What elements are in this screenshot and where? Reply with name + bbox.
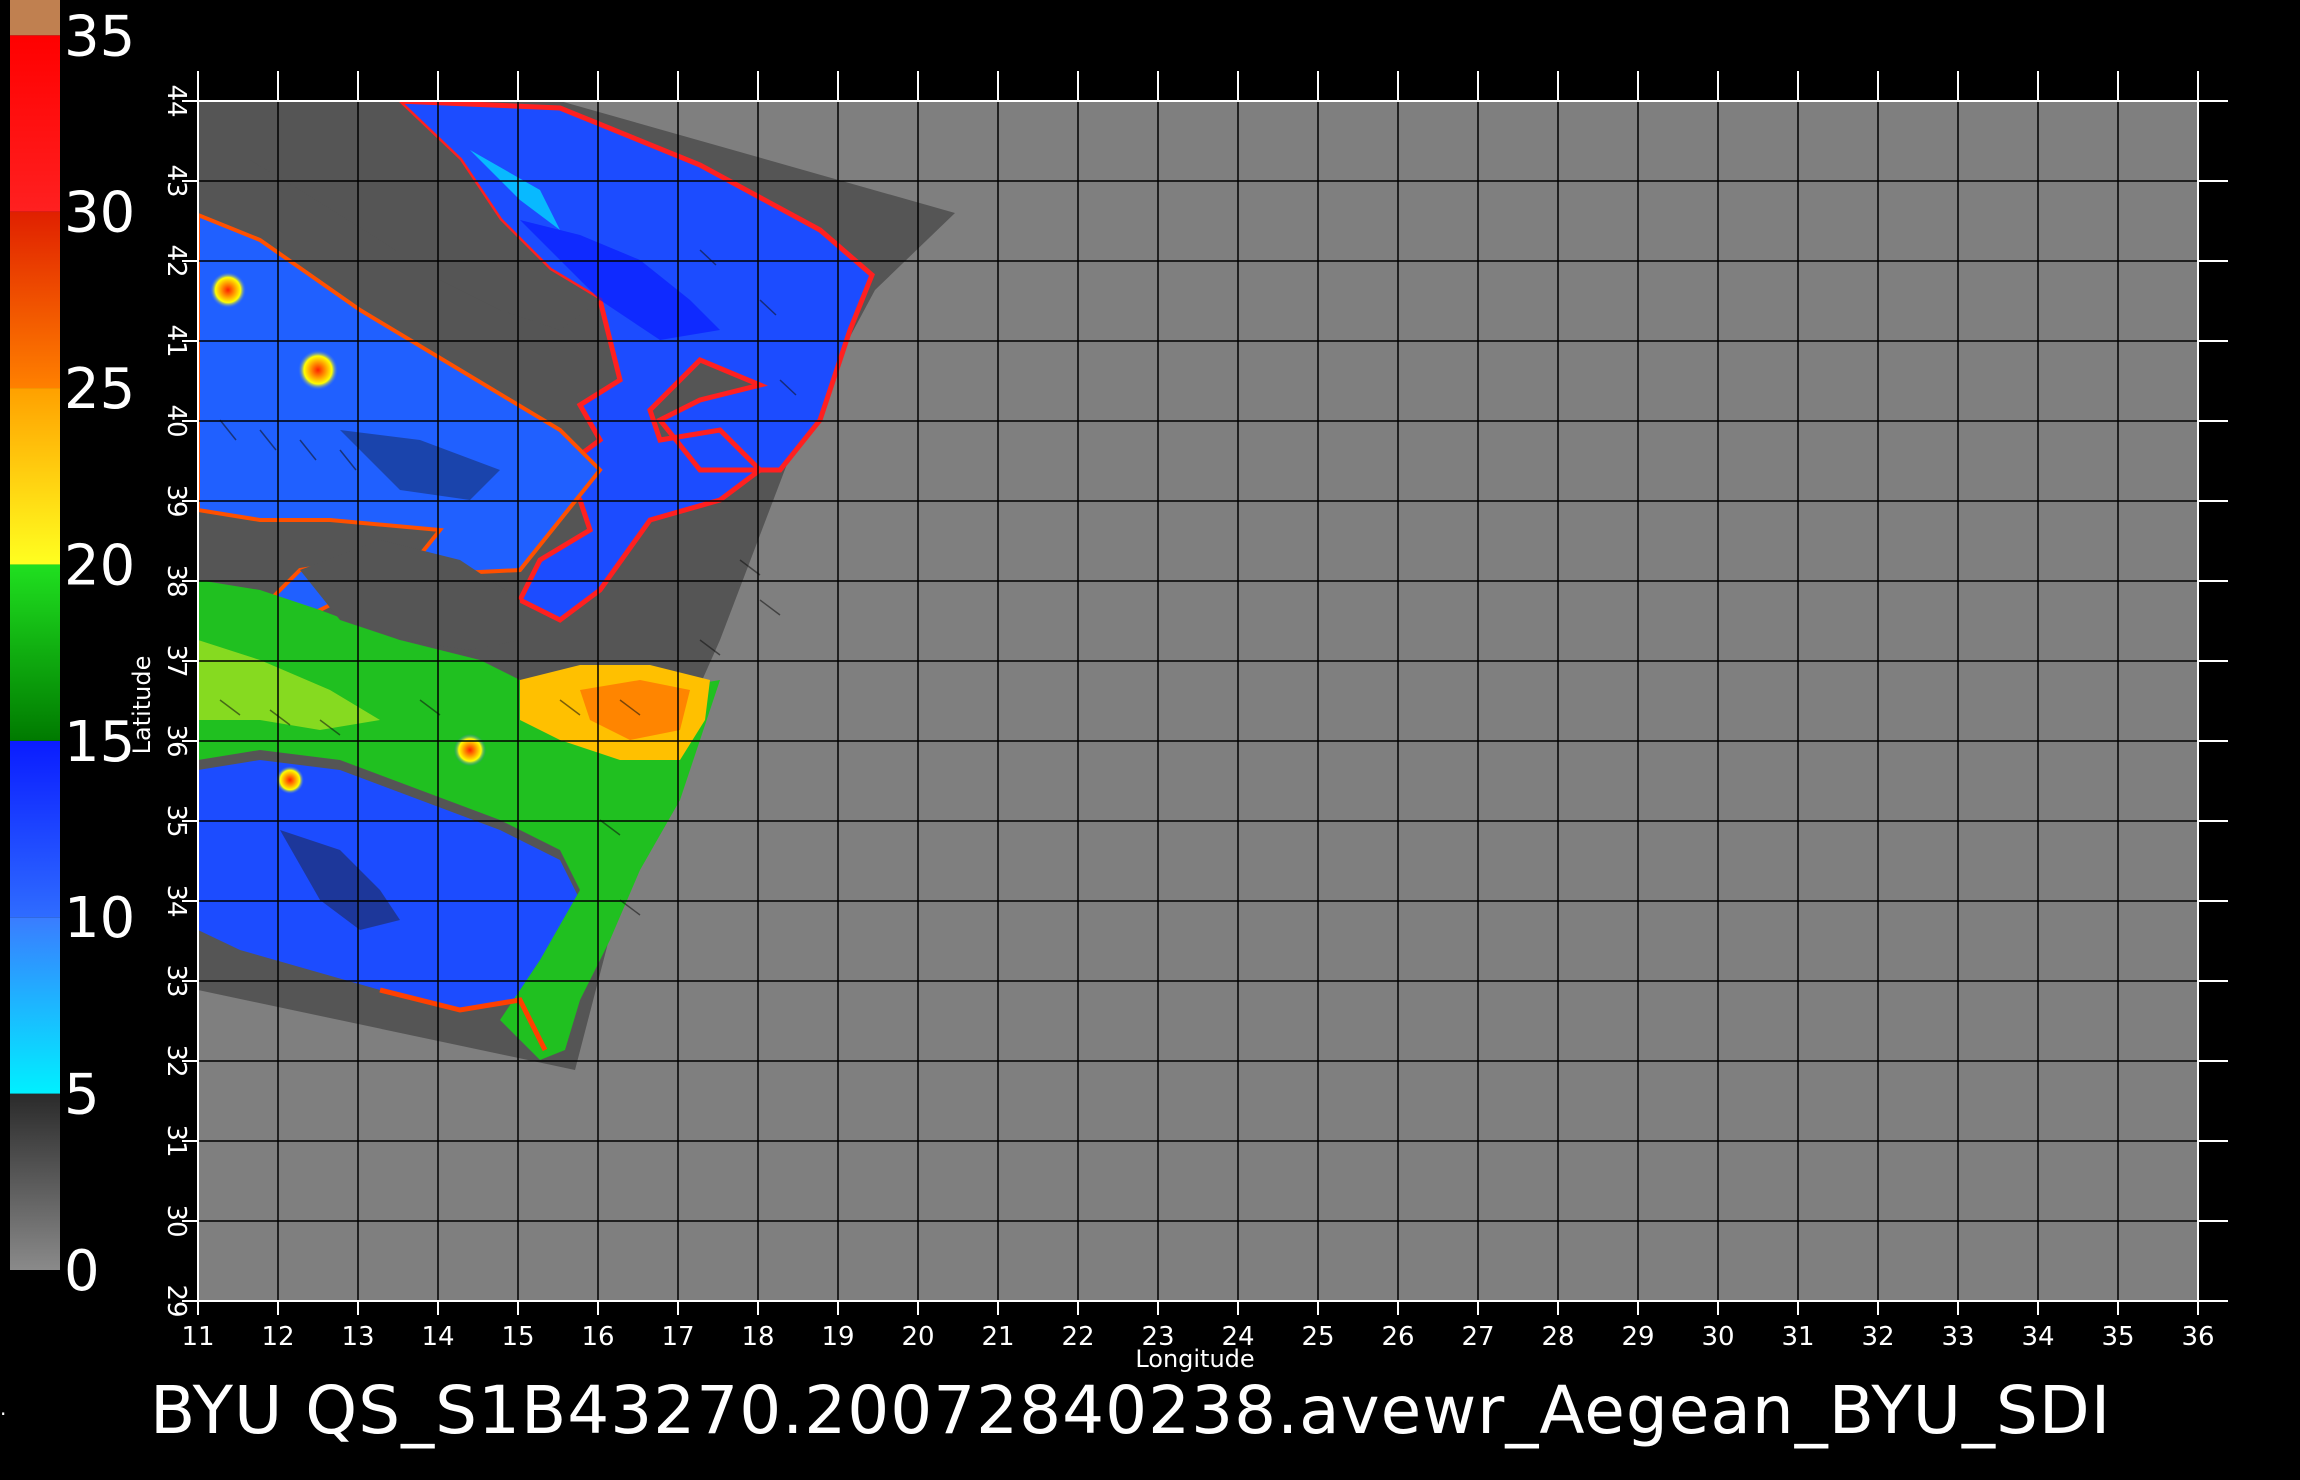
lon-tick-label: 16 bbox=[581, 1322, 614, 1352]
lon-tick-label: 20 bbox=[901, 1322, 934, 1352]
x-axis-title: Longitude bbox=[1135, 1345, 1254, 1373]
lon-tick-label: 14 bbox=[421, 1322, 454, 1352]
colorbar-label: 0 bbox=[64, 1239, 100, 1304]
lat-tick-label: 32 bbox=[161, 1044, 191, 1077]
colorbar-label: 5 bbox=[64, 1063, 100, 1128]
lat-tick-label: 39 bbox=[161, 484, 191, 517]
lat-tick-label: 41 bbox=[161, 324, 191, 357]
lat-tick-label: 42 bbox=[161, 244, 191, 277]
lon-tick-label: 28 bbox=[1541, 1322, 1574, 1352]
lon-tick-label: 36 bbox=[2181, 1322, 2214, 1352]
colorbar-label: 35 bbox=[64, 4, 135, 69]
colorbar: 0 5 10 15 20 25 30 35 bbox=[10, 0, 135, 1304]
lon-tick-label: 18 bbox=[741, 1322, 774, 1352]
lat-tick-label: 30 bbox=[161, 1204, 191, 1237]
lon-tick-label: 11 bbox=[181, 1322, 214, 1352]
colorbar-band bbox=[10, 917, 60, 1094]
colorbar-label: 25 bbox=[64, 357, 135, 422]
footer-left-mark: . bbox=[0, 1396, 6, 1420]
lat-tick-label: 33 bbox=[161, 964, 191, 997]
lat-tick-label: 40 bbox=[161, 404, 191, 437]
lat-tick-label: 31 bbox=[161, 1124, 191, 1157]
colorbar-label: 20 bbox=[64, 533, 135, 598]
lon-tick-label: 19 bbox=[821, 1322, 854, 1352]
colorbar-label: 30 bbox=[64, 181, 135, 246]
lon-tick-label: 31 bbox=[1781, 1322, 1814, 1352]
colorbar-label: 10 bbox=[64, 886, 135, 951]
lon-tick-label: 25 bbox=[1301, 1322, 1334, 1352]
colorbar-band bbox=[10, 564, 60, 741]
colorbar-band bbox=[10, 740, 60, 918]
lon-tick-label: 15 bbox=[501, 1322, 534, 1352]
lon-tick-label: 17 bbox=[661, 1322, 694, 1352]
wind-speed-map: 11 12 13 14 15 16 17 18 19 20 21 22 23 24 25 26 27 28 29 30… bbox=[0, 0, 2228, 1449]
colorbar-band bbox=[10, 388, 60, 565]
lon-tick-label: 27 bbox=[1461, 1322, 1494, 1352]
lat-tick-label: 34 bbox=[161, 884, 191, 917]
footer-caption: BYU QS_S1B43270.20072840238.avewr_Aegean… bbox=[150, 1372, 2111, 1449]
lon-tick-label: 34 bbox=[2021, 1322, 2054, 1352]
colorbar-band bbox=[10, 0, 60, 36]
lon-tick-label: 21 bbox=[981, 1322, 1014, 1352]
lat-tick-label: 38 bbox=[161, 564, 191, 597]
lon-tick-label: 22 bbox=[1061, 1322, 1094, 1352]
lat-tick-label: 35 bbox=[161, 804, 191, 837]
colorbar-label: 15 bbox=[64, 710, 135, 775]
lat-tick-label: 36 bbox=[161, 724, 191, 757]
colorbar-band bbox=[10, 35, 60, 212]
lon-tick-label: 12 bbox=[261, 1322, 294, 1352]
lat-tick-label: 44 bbox=[161, 84, 191, 117]
lat-tick-label: 43 bbox=[161, 164, 191, 197]
lon-tick-label: 35 bbox=[2101, 1322, 2134, 1352]
lon-tick-label: 26 bbox=[1381, 1322, 1414, 1352]
lon-tick-label: 29 bbox=[1621, 1322, 1654, 1352]
lat-tick-label: 29 bbox=[161, 1284, 191, 1317]
lat-tick-label: 37 bbox=[161, 644, 191, 677]
lon-tick-label: 30 bbox=[1701, 1322, 1734, 1352]
lon-tick-label: 33 bbox=[1941, 1322, 1974, 1352]
lon-tick-label: 13 bbox=[341, 1322, 374, 1352]
colorbar-band bbox=[10, 1093, 60, 1270]
colorbar-band bbox=[10, 211, 60, 389]
lon-tick-label: 32 bbox=[1861, 1322, 1894, 1352]
